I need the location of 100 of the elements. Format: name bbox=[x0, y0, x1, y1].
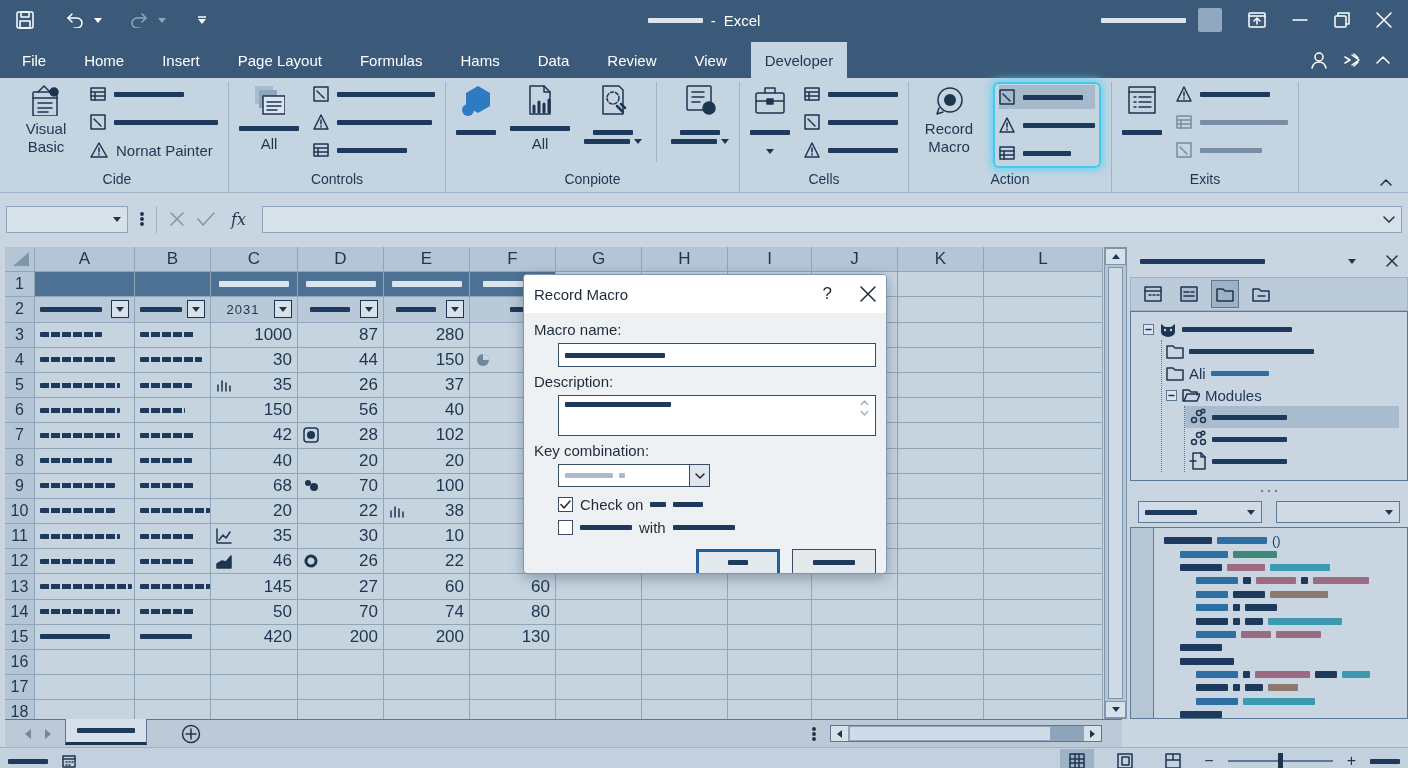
row-header[interactable]: 6 bbox=[5, 398, 35, 424]
table-cell[interactable]: 130 bbox=[470, 624, 556, 650]
row-header[interactable]: 2 bbox=[5, 297, 35, 323]
table-cell[interactable]: 60 bbox=[384, 574, 470, 600]
table-cell[interactable]: 87 bbox=[298, 322, 384, 348]
table-cell[interactable]: 40 bbox=[384, 398, 470, 424]
table-cell[interactable]: 68 bbox=[211, 473, 298, 499]
table-cell[interactable]: 26 bbox=[298, 549, 384, 575]
table-cell[interactable]: 20 bbox=[211, 498, 298, 525]
table-cell[interactable]: 10 bbox=[384, 524, 470, 550]
row-header[interactable]: 9 bbox=[5, 473, 35, 499]
ribbon-button[interactable]: Visual Basic bbox=[16, 82, 76, 156]
column-header[interactable]: H bbox=[642, 247, 728, 273]
cell-value: 22 bbox=[445, 551, 464, 572]
table-cell[interactable]: 74 bbox=[384, 599, 470, 625]
table-cell[interactable]: 100 bbox=[384, 473, 470, 499]
group-label: Action bbox=[989, 170, 1031, 189]
table-cell[interactable]: 46 bbox=[211, 549, 298, 575]
table-cell[interactable]: 22 bbox=[298, 498, 384, 525]
table-cell[interactable]: 42 bbox=[211, 423, 298, 449]
table-cell[interactable]: 50 bbox=[211, 599, 298, 625]
code-text: () bbox=[1272, 533, 1281, 549]
table-cell[interactable]: 150 bbox=[211, 398, 298, 424]
row-header[interactable]: 15 bbox=[5, 624, 35, 650]
row-header[interactable]: 14 bbox=[5, 599, 35, 625]
table-cell[interactable]: 22 bbox=[384, 549, 470, 575]
ribbon-button[interactable]: All bbox=[239, 82, 299, 153]
table-cell[interactable]: 2031 bbox=[211, 297, 298, 323]
row-header[interactable]: 16 bbox=[5, 650, 35, 676]
insert-function-button[interactable]: fx bbox=[227, 209, 250, 229]
column-header[interactable]: E bbox=[384, 247, 470, 273]
row-header[interactable]: 8 bbox=[5, 448, 35, 474]
table-cell[interactable]: 26 bbox=[298, 372, 384, 399]
ribbon-tab[interactable]: Formulas bbox=[345, 42, 437, 78]
ribbon-tab[interactable]: Insert bbox=[148, 42, 214, 78]
row-header[interactable]: 3 bbox=[5, 322, 35, 348]
table-cell[interactable]: 27 bbox=[298, 574, 384, 600]
column-header[interactable]: J bbox=[812, 247, 898, 273]
table-cell[interactable]: 200 bbox=[298, 624, 384, 650]
table-cell[interactable]: 56 bbox=[298, 398, 384, 424]
table-cell[interactable]: 20 bbox=[298, 448, 384, 474]
tree-label[interactable]: Modules bbox=[1205, 386, 1262, 404]
row-header[interactable]: 18 bbox=[5, 700, 35, 719]
ribbon-button[interactable]: Nornat Painter bbox=[90, 138, 218, 162]
code-editor[interactable]: () bbox=[1130, 527, 1408, 719]
table-cell[interactable]: 102 bbox=[384, 423, 470, 449]
tree-label[interactable]: Ali bbox=[1189, 364, 1206, 382]
table-cell[interactable]: 1000 bbox=[211, 322, 298, 348]
table-cell[interactable]: 20 bbox=[384, 448, 470, 474]
row-header[interactable]: 17 bbox=[5, 675, 35, 701]
cell-value: 60 bbox=[531, 576, 550, 597]
zoom-in-button[interactable]: + bbox=[1346, 752, 1356, 768]
table-cell[interactable]: 35 bbox=[211, 524, 298, 550]
table-cell[interactable]: 70 bbox=[298, 473, 384, 499]
ribbon-tab[interactable]: Hams bbox=[446, 42, 514, 78]
column-header[interactable]: C bbox=[211, 247, 298, 273]
ribbon-tab[interactable]: File bbox=[8, 42, 61, 78]
ribbon-tab[interactable]: Review bbox=[593, 42, 671, 78]
column-header[interactable]: G bbox=[556, 247, 642, 273]
column-header[interactable]: L bbox=[984, 247, 1103, 273]
ribbon-tab[interactable]: Page Layout bbox=[223, 42, 336, 78]
table-cell[interactable]: 420 bbox=[211, 624, 298, 650]
ribbon-tab[interactable]: Home bbox=[70, 42, 139, 78]
column-header[interactable]: A bbox=[35, 247, 135, 273]
row-header[interactable]: 11 bbox=[5, 524, 35, 550]
column-header[interactable]: D bbox=[298, 247, 384, 273]
table-cell[interactable]: 150 bbox=[384, 347, 470, 373]
row-header[interactable]: 12 bbox=[5, 549, 35, 575]
row-header[interactable]: 1 bbox=[5, 272, 35, 298]
ribbon-tab[interactable]: View bbox=[680, 42, 741, 78]
table-cell[interactable]: 80 bbox=[470, 599, 556, 625]
row-header[interactable]: 5 bbox=[5, 372, 35, 399]
ribbon-tab[interactable]: Developer bbox=[750, 42, 848, 78]
table-cell[interactable]: 37 bbox=[384, 372, 470, 399]
row-header[interactable]: 4 bbox=[5, 347, 35, 373]
table-cell[interactable]: 40 bbox=[211, 448, 298, 474]
cell-value: 74 bbox=[445, 601, 464, 622]
table-cell[interactable]: 44 bbox=[298, 347, 384, 373]
table-cell[interactable]: 28 bbox=[298, 423, 384, 449]
table-cell[interactable]: 200 bbox=[384, 624, 470, 650]
ribbon-tab[interactable]: Data bbox=[523, 42, 584, 78]
table-cell[interactable]: 30 bbox=[211, 347, 298, 373]
row-header[interactable]: 10 bbox=[5, 498, 35, 525]
table-cell[interactable]: 35 bbox=[211, 372, 298, 399]
column-header[interactable]: K bbox=[898, 247, 984, 273]
ribbon-button[interactable]: All bbox=[510, 82, 570, 153]
row-header[interactable]: 13 bbox=[5, 574, 35, 600]
column-header[interactable]: B bbox=[135, 247, 211, 273]
table-cell[interactable]: 145 bbox=[211, 574, 298, 600]
column-header[interactable]: I bbox=[728, 247, 812, 273]
ribbon-button[interactable]: Record Macro bbox=[919, 82, 979, 156]
table-cell[interactable]: 38 bbox=[384, 498, 470, 525]
cell-value: 60 bbox=[445, 576, 464, 597]
table-cell[interactable]: 30 bbox=[298, 524, 384, 550]
column-header[interactable]: F bbox=[470, 247, 556, 273]
table-cell[interactable]: 70 bbox=[298, 599, 384, 625]
help-button[interactable]: ? bbox=[804, 284, 850, 304]
row-header[interactable]: 7 bbox=[5, 423, 35, 449]
zoom-out-button[interactable]: − bbox=[1204, 752, 1214, 768]
table-cell[interactable]: 280 bbox=[384, 322, 470, 348]
